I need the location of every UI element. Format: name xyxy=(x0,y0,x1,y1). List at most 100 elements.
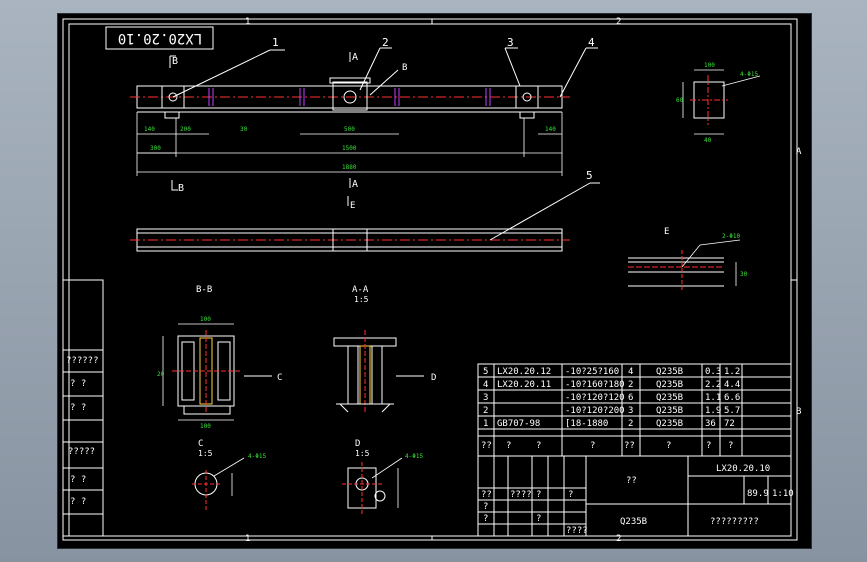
front-view: 1 2 3 4 B A B A B 140 200 30 500 140 300… xyxy=(130,36,598,194)
bom-row-3-mat: Q235B xyxy=(656,393,683,403)
bom-header-7: ? xyxy=(706,441,711,451)
section-d-title: D xyxy=(355,439,360,449)
zone-row-b: B xyxy=(796,407,801,417)
dim-500: 500 xyxy=(344,126,355,133)
zone-row-a: A xyxy=(796,147,802,157)
bom-row-2-no: 4 xyxy=(483,380,488,390)
dim-200: 200 xyxy=(180,126,191,133)
bom-row-2-qty: 2 xyxy=(628,380,633,390)
left-table-row-4: ????? xyxy=(68,447,95,457)
part-label-2: 2 xyxy=(382,36,389,49)
section-marker-b-top: B xyxy=(172,56,178,67)
weld-marker-b: B xyxy=(402,63,407,73)
bom-row-5-mat: Q235B xyxy=(656,419,683,429)
title-drawing-no: LX20.20.10 xyxy=(716,464,770,474)
section-d: D 1:5 4-Φ15 xyxy=(342,439,423,514)
title-cell-r1a: ?? xyxy=(481,490,492,500)
bom-row-2-name: -10?160?180 xyxy=(565,380,625,390)
detail-marker-e: E xyxy=(350,201,355,211)
section-marker-a-top: A xyxy=(352,52,358,63)
left-table-row-3: ? ? xyxy=(70,403,86,413)
bom-row-1-name: -10?25?160 xyxy=(565,367,619,377)
section-bb: B-B C 100 20 100 xyxy=(157,285,282,430)
bom-header-8: ? xyxy=(728,441,733,451)
bom-header-5: ?? xyxy=(624,441,635,451)
section-aa-arrow-d: D xyxy=(431,373,436,383)
bom-row-5-no: 1 xyxy=(483,419,488,429)
bom-row-3-no: 3 xyxy=(483,393,488,403)
end-view: 100 60 40 4-Φ15 xyxy=(676,62,761,144)
bom-row-4-no: 2 xyxy=(483,406,488,416)
dim-30: 30 xyxy=(240,126,248,133)
bom-row-5-qty: 2 xyxy=(628,419,633,429)
left-table-row-2: ? ? xyxy=(70,379,86,389)
section-c-scale: 1:5 xyxy=(198,449,213,458)
bom-row-1-mat: Q235B xyxy=(656,367,683,377)
zone-col-2-top: 2 xyxy=(616,17,621,27)
cad-drawing[interactable]: 1 2 1 2 A B LX20.20.10 1 2 3 4 B A B A B… xyxy=(0,0,867,562)
section-bb-dim-100b: 100 xyxy=(200,423,211,430)
detail-e-title: E xyxy=(664,227,669,237)
dim-1500: 1500 xyxy=(342,145,357,152)
end-dim-100: 100 xyxy=(704,62,715,69)
drawing-stamp: LX20.20.10 xyxy=(118,30,202,46)
bom-header-2: ? xyxy=(506,441,511,451)
title-cell-r3a: ? xyxy=(483,514,488,524)
section-c: C 1:5 4-Φ15 xyxy=(192,439,266,510)
section-c-title: C xyxy=(198,439,203,449)
title-scale: 1:10 xyxy=(772,489,794,499)
bom-header-4: ? xyxy=(590,441,595,451)
detail-e-dim-30: 30 xyxy=(740,271,748,278)
section-marker-b-bottom: B xyxy=(178,183,184,194)
bom-row-1-no: 5 xyxy=(483,367,488,377)
bom-row-5-w2: 72 xyxy=(724,419,735,429)
bom-row-4-w2: 5.7 xyxy=(724,406,740,416)
section-bb-title: B-B xyxy=(196,285,212,295)
bom-row-5-code: GB707-98 xyxy=(497,419,540,429)
section-bb-dim-100a: 100 xyxy=(200,316,211,323)
title-cell-r3b: ? xyxy=(536,514,541,524)
section-d-dim: 4-Φ15 xyxy=(405,453,423,460)
bom-row-4-name: -10?120?200 xyxy=(565,406,625,416)
zone-col-1-bottom: 1 xyxy=(245,534,250,544)
left-table-row-1: ?????? xyxy=(66,356,99,366)
title-company: ????????? xyxy=(710,517,759,527)
section-bb-arrow-c: C xyxy=(277,373,282,383)
section-marker-a-bottom: A xyxy=(352,179,358,190)
section-bb-dim-20: 20 xyxy=(157,371,165,378)
left-table-row-6: ? ? xyxy=(70,497,86,507)
bom-row-4-mat: Q235B xyxy=(656,406,683,416)
bom-header-6: ? xyxy=(666,441,671,451)
title-material: Q235B xyxy=(620,517,647,527)
bom-row-2-mat: Q235B xyxy=(656,380,683,390)
bom-row-1-w2: 1.2 xyxy=(724,367,740,377)
detail-e: E 2-Φ10 30 xyxy=(628,227,748,292)
left-table-row-5: ? ? xyxy=(70,475,86,485)
section-d-scale: 1:5 xyxy=(355,449,370,458)
bom-row-3-qty: 6 xyxy=(628,393,633,403)
title-cell-r1d: ? xyxy=(568,490,573,500)
end-dim-60: 60 xyxy=(676,97,684,104)
bom-row-1-w1: 0.3 xyxy=(705,367,721,377)
zone-col-1-top: 1 xyxy=(245,17,250,27)
bom-row-2-w1: 2.2 xyxy=(705,380,721,390)
bom-row-1-qty: 4 xyxy=(628,367,633,377)
title-cell-r1c: ? xyxy=(536,490,541,500)
detail-e-dim-holes: 2-Φ10 xyxy=(722,233,740,240)
section-aa-scale: 1:5 xyxy=(354,295,369,304)
title-weight: 89.9 xyxy=(747,489,769,499)
bom-row-5-name: [18-1880 xyxy=(565,419,608,429)
part-label-4: 4 xyxy=(588,36,595,49)
bom-row-3-w2: 6.6 xyxy=(724,393,740,403)
bom-header-3: ? xyxy=(536,441,541,451)
bom-row-3-name: -10?120?120 xyxy=(565,393,625,403)
bom-row-3-w1: 1.1 xyxy=(705,393,721,403)
bom-row-1-code: LX20.20.12 xyxy=(497,367,551,377)
part-label-1: 1 xyxy=(272,36,279,49)
dim-140a: 140 xyxy=(144,126,155,133)
title-cell-r1b: ???? xyxy=(510,490,532,500)
section-aa-title: A-A xyxy=(352,285,369,295)
dim-1880: 1880 xyxy=(342,164,357,171)
dim-300: 300 xyxy=(150,145,161,152)
dim-140b: 140 xyxy=(545,126,556,133)
